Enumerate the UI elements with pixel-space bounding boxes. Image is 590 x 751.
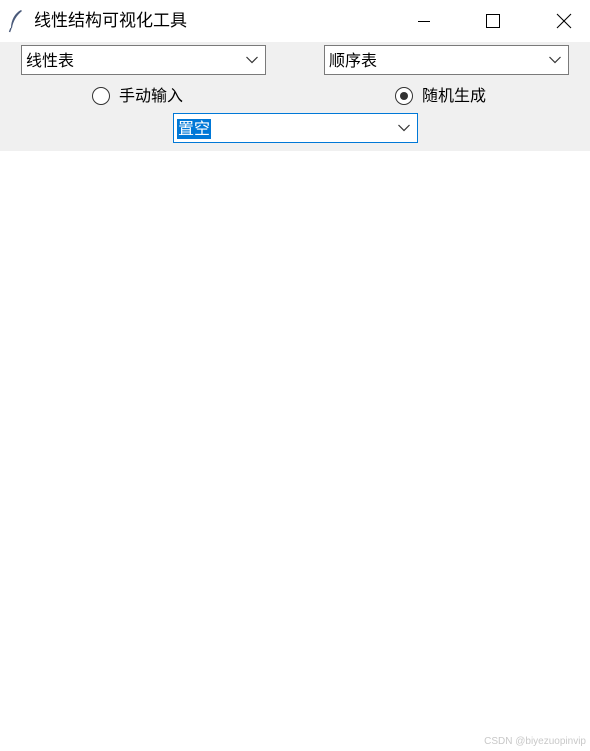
maximize-button[interactable] bbox=[470, 0, 516, 42]
storage-type-select[interactable]: 顺序表 bbox=[324, 45, 569, 75]
chevron-down-icon[interactable] bbox=[397, 123, 411, 133]
minimize-icon bbox=[418, 21, 430, 22]
structure-type-value: 线性表 bbox=[26, 51, 75, 70]
radio-random-label: 随机生成 bbox=[422, 86, 487, 105]
chevron-down-icon[interactable] bbox=[245, 55, 259, 65]
close-icon bbox=[556, 13, 572, 29]
radio-random-generate[interactable]: 随机生成 bbox=[395, 85, 486, 107]
feather-icon bbox=[8, 10, 22, 33]
close-button[interactable] bbox=[541, 0, 587, 42]
storage-type-value: 顺序表 bbox=[329, 51, 378, 70]
control-panel: 线性表 顺序表 手动输入 随机生成 置空 bbox=[0, 42, 590, 151]
operation-select[interactable]: 置空 bbox=[173, 113, 418, 143]
radio-manual-input[interactable]: 手动输入 bbox=[92, 85, 183, 107]
radio-circle-checked[interactable] bbox=[395, 87, 413, 105]
chevron-down-icon[interactable] bbox=[548, 55, 562, 65]
radio-circle[interactable] bbox=[92, 87, 110, 105]
radio-dot bbox=[399, 91, 408, 100]
maximize-icon bbox=[486, 14, 500, 28]
title-bar: 线性结构可视化工具 bbox=[0, 0, 590, 42]
radio-manual-label: 手动输入 bbox=[119, 86, 184, 105]
visualization-canvas[interactable]: CSDN @biyezuopinvip bbox=[0, 151, 590, 751]
watermark: CSDN @biyezuopinvip bbox=[484, 736, 586, 747]
minimize-button[interactable] bbox=[401, 0, 447, 42]
operation-value: 置空 bbox=[177, 119, 212, 139]
structure-type-select[interactable]: 线性表 bbox=[21, 45, 266, 75]
window-title: 线性结构可视化工具 bbox=[34, 11, 187, 31]
